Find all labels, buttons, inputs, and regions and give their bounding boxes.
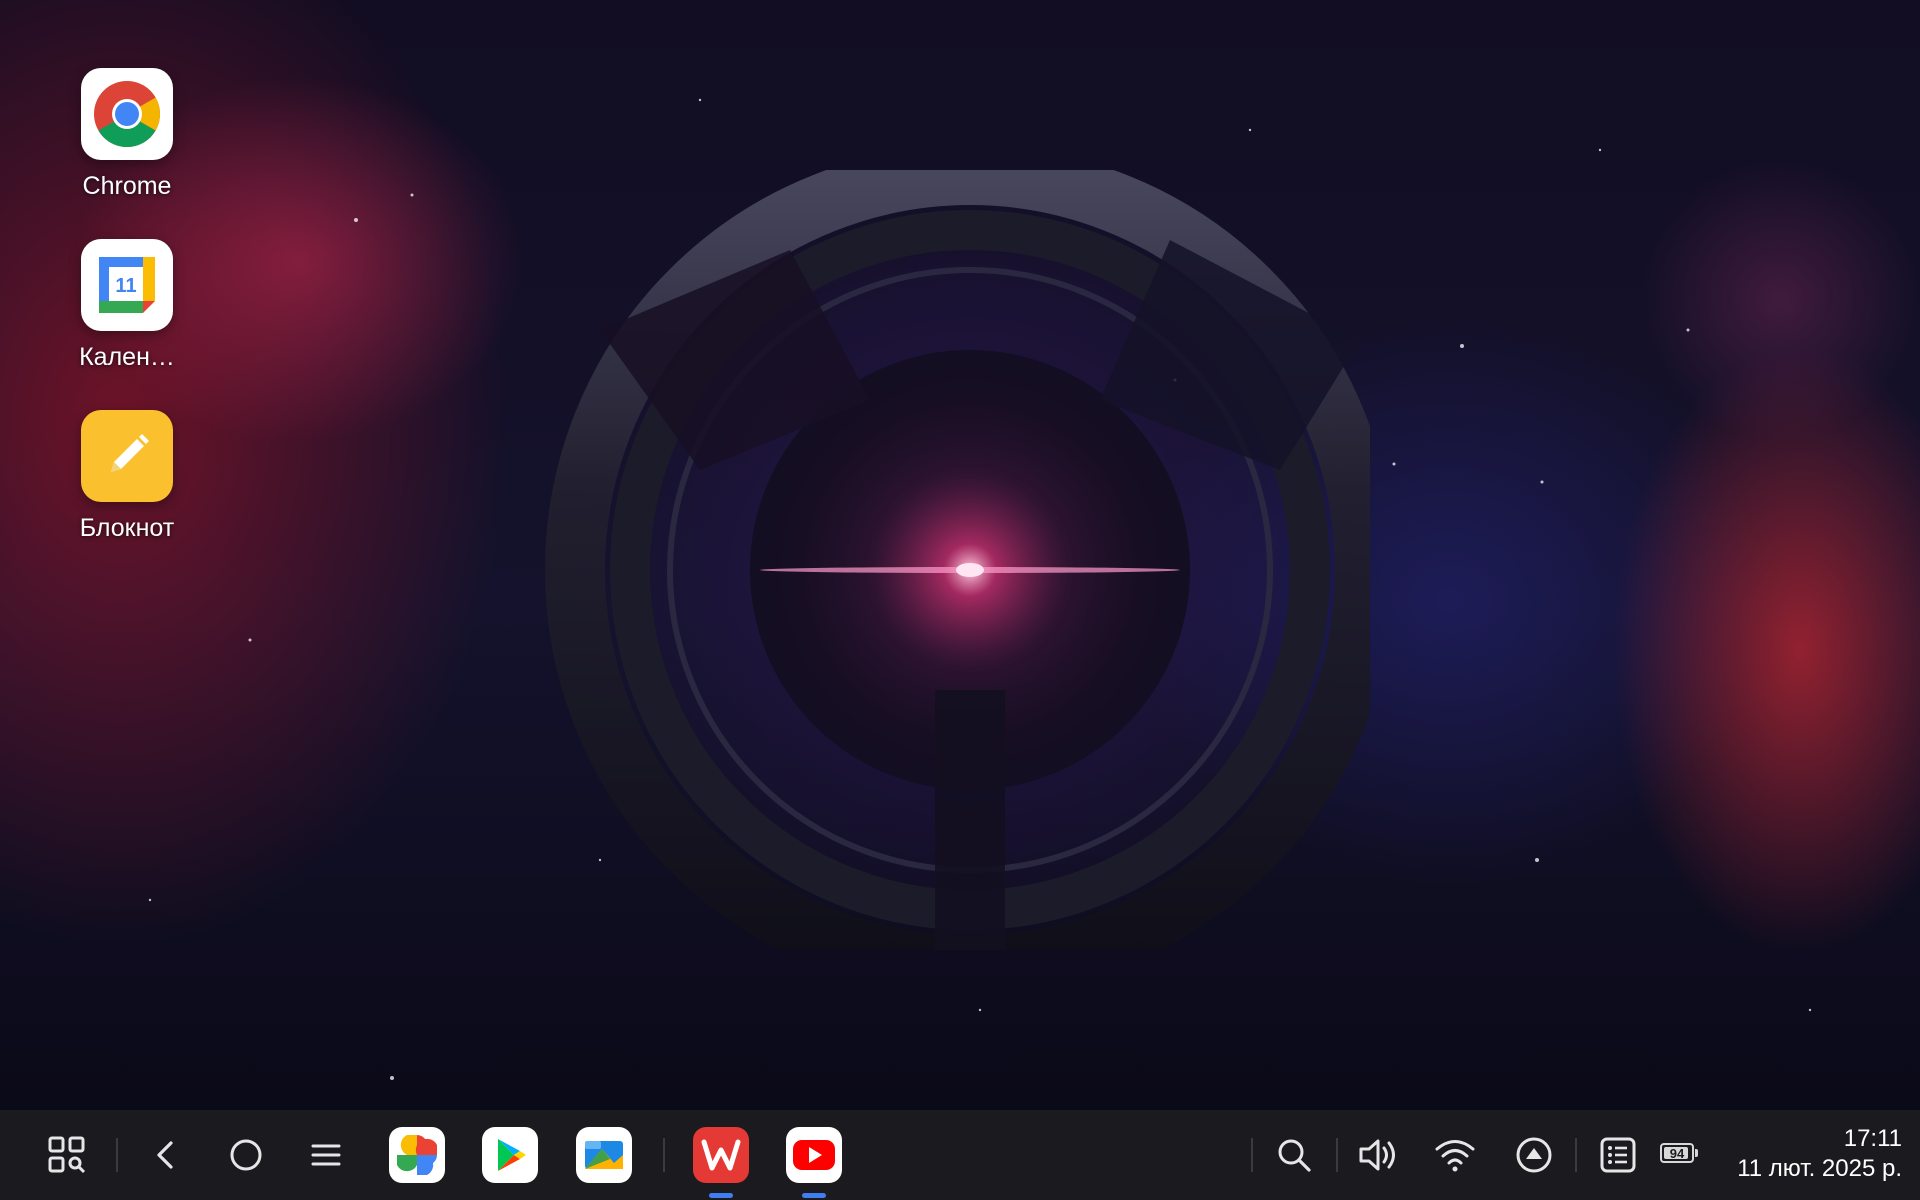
battery-cap <box>1695 1149 1698 1157</box>
taskbar-divider <box>1251 1138 1253 1172</box>
notification-center-button[interactable] <box>1592 1129 1644 1181</box>
home-button[interactable] <box>220 1129 272 1181</box>
taskbar-divider <box>1336 1138 1338 1172</box>
clock[interactable]: 17:11 11 лют. 2025 р. <box>1737 1124 1902 1184</box>
home-icon <box>230 1139 262 1171</box>
volume-button[interactable] <box>1352 1129 1404 1181</box>
clock-time: 17:11 <box>1843 1125 1902 1152</box>
app-drawer-icon <box>48 1136 86 1174</box>
notification-list-icon <box>1600 1137 1636 1173</box>
desktop-shortcut-chrome[interactable]: Chrome <box>55 68 199 201</box>
back-icon <box>157 1141 173 1169</box>
youtube-icon <box>793 1140 835 1170</box>
taskbar-app-files[interactable] <box>576 1127 632 1183</box>
taskbar-divider <box>663 1138 665 1172</box>
taskbar-app-wps-office[interactable] <box>693 1127 749 1183</box>
play-store-icon <box>498 1139 526 1171</box>
search-button[interactable] <box>1268 1129 1320 1181</box>
calendar-badge: 11 <box>115 275 136 297</box>
notepad-icon <box>81 410 173 502</box>
files-icon <box>585 1141 623 1169</box>
menu-icon <box>311 1144 341 1166</box>
desktop-shortcut-label: Chrome <box>82 172 172 200</box>
upload-icon <box>1516 1137 1552 1173</box>
clock-date: 11 лют. 2025 р. <box>1737 1155 1902 1182</box>
desktop-shortcut-calendar[interactable]: 11 Кален… <box>55 239 199 372</box>
battery-icon[interactable]: 94 <box>1660 1143 1694 1163</box>
app-drawer-button[interactable] <box>41 1129 93 1181</box>
running-indicator <box>802 1193 826 1198</box>
volume-icon <box>1359 1139 1395 1171</box>
taskbar-app-play-store[interactable] <box>482 1127 538 1183</box>
taskbar-app-photos[interactable] <box>389 1127 445 1183</box>
battery-level: 94 <box>1669 1145 1685 1161</box>
taskbar-divider <box>1575 1138 1577 1172</box>
desktop-shortcut-notepad[interactable]: Блокнот <box>55 410 199 543</box>
wallpaper-ring-art <box>545 170 1370 950</box>
wifi-button[interactable] <box>1429 1129 1481 1181</box>
calendar-icon: 11 <box>81 239 173 331</box>
recents-button[interactable] <box>300 1129 352 1181</box>
wifi-icon <box>1435 1140 1475 1172</box>
taskbar-app-youtube[interactable] <box>786 1127 842 1183</box>
status-upload-button[interactable] <box>1508 1129 1560 1181</box>
search-icon <box>1278 1139 1311 1172</box>
chrome-icon <box>81 68 173 160</box>
desktop-shortcut-label: Кален… <box>79 343 175 371</box>
taskbar-divider <box>116 1138 118 1172</box>
running-indicator <box>709 1193 733 1198</box>
photos-icon <box>397 1135 437 1175</box>
back-button[interactable] <box>140 1129 192 1181</box>
wps-office-icon <box>701 1139 741 1171</box>
taskbar <box>0 1110 1920 1200</box>
desktop-shortcut-label: Блокнот <box>79 514 175 542</box>
